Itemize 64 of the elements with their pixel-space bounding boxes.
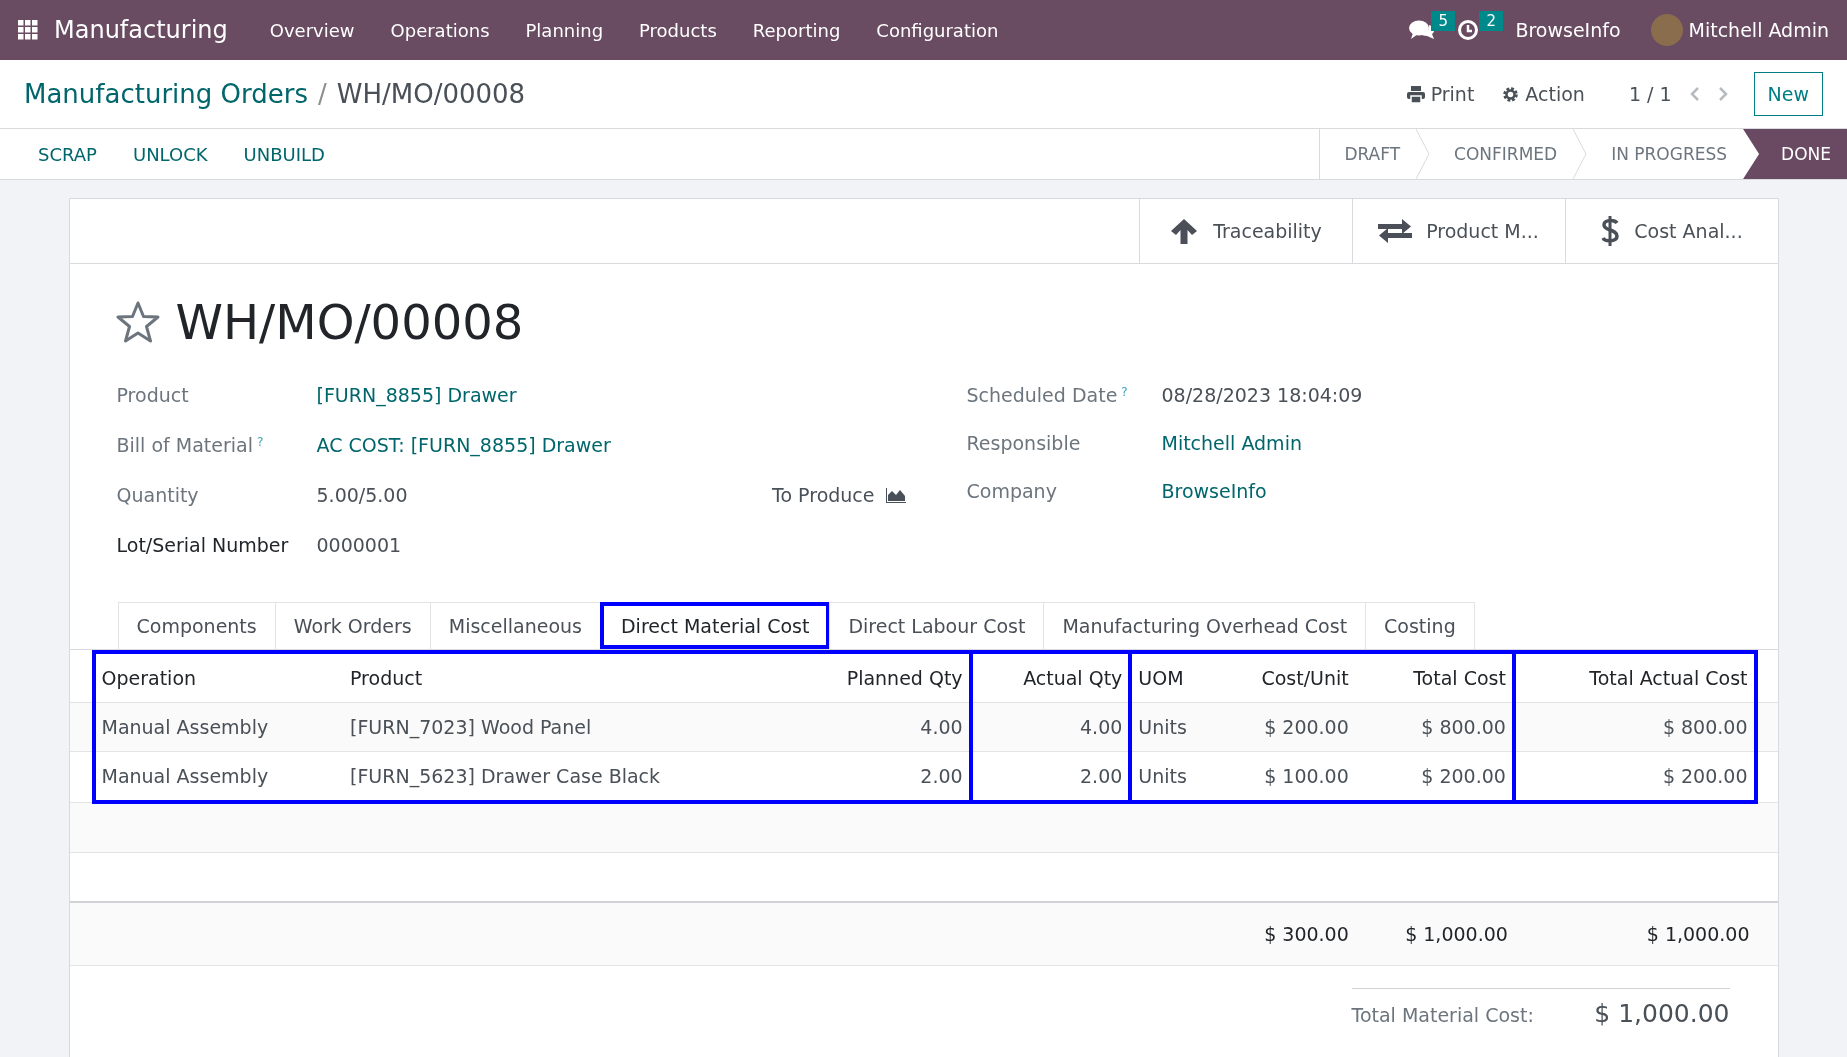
table-cell: 4.00 (970, 702, 1131, 752)
breadcrumb-separator: / (317, 79, 327, 109)
field-value: 08/28/2023 18:04:09 (1161, 384, 1363, 406)
pager-value: 1 / 1 (1628, 83, 1672, 105)
record-title: WH/MO/00008 (175, 294, 524, 350)
menu-item[interactable]: Planning (507, 19, 622, 41)
star-icon[interactable] (115, 301, 160, 343)
area-chart-icon[interactable] (884, 486, 907, 504)
printer-icon (1406, 85, 1425, 103)
field-label: Product (116, 384, 189, 406)
field-value[interactable]: Mitchell Admin (1161, 432, 1363, 454)
user-menu[interactable]: Mitchell Admin (1688, 19, 1829, 41)
field-label: Scheduled Date (966, 384, 1118, 406)
action-button[interactable]: UNBUILD (227, 129, 341, 179)
menu-item[interactable]: Reporting (734, 19, 859, 41)
app-name[interactable]: Manufacturing (54, 16, 228, 44)
notebook-tab[interactable]: Direct Labour Cost (829, 602, 1045, 649)
print-button[interactable]: Print (1406, 83, 1475, 105)
status-stage[interactable]: DONE (1743, 129, 1847, 179)
table-cell: Manual Assembly (93, 702, 344, 752)
notebook-tab[interactable]: Direct Material Cost (600, 602, 831, 649)
summary-value: $ 1,000.00 (1593, 999, 1730, 1028)
menu-item[interactable]: Operations (372, 19, 508, 41)
field-label: Bill of Material (116, 434, 253, 456)
table-cell: Units (1130, 702, 1218, 752)
breadcrumb-link[interactable]: Manufacturing Orders (24, 79, 308, 109)
field-label: To Produce (772, 484, 875, 506)
action-button[interactable]: UNLOCK (116, 129, 224, 179)
column-total: $ 300.00 (1217, 902, 1355, 966)
field-value: 0000001 (316, 534, 403, 556)
action-button[interactable]: SCRAP (22, 129, 113, 179)
dollar-icon (1600, 215, 1621, 247)
column-total: $ 1,000.00 (1354, 902, 1514, 966)
notebook-tab[interactable]: Components (117, 602, 276, 649)
field-label: Responsible (966, 432, 1081, 454)
activity-count-badge: 2 (1479, 11, 1503, 31)
company-switcher[interactable]: BrowseInfo (1515, 19, 1621, 41)
action-button[interactable]: Action (1502, 83, 1585, 105)
field-value[interactable]: AC COST: [FURN_8855] Drawer (316, 434, 773, 456)
field-value[interactable]: [FURN_8855] Drawer (316, 384, 773, 406)
menu-item[interactable]: Configuration (858, 19, 1017, 41)
field-value: 5.00/5.00 (316, 484, 409, 506)
field-label: Quantity (116, 484, 199, 506)
chat-icon[interactable] (1409, 19, 1436, 41)
swap-arrows-icon (1378, 219, 1413, 243)
menu-item[interactable]: Products (621, 19, 735, 41)
record-name: WH/MO/00008 (336, 79, 526, 109)
table-cell: $ 800.00 (1354, 702, 1514, 752)
summary-label: Total Material Cost: (1351, 1004, 1535, 1026)
message-count-badge: 5 (1431, 11, 1455, 31)
clock-icon[interactable] (1457, 19, 1480, 41)
table-cell: 4.00 (790, 702, 971, 752)
gear-icon (1502, 85, 1520, 103)
column-total: $ 1,000.00 (1513, 902, 1756, 966)
field-label: Company (966, 480, 1057, 502)
table-cell: $ 200.00 (1217, 702, 1355, 752)
new-button[interactable]: New (1753, 72, 1823, 116)
table-cell: $ 800.00 (1513, 702, 1756, 752)
table-cell: [FURN_7023] Wood Panel (344, 702, 791, 752)
notebook-tab[interactable]: Costing (1365, 602, 1475, 649)
apps-menu-icon[interactable] (18, 20, 38, 40)
menu-item[interactable]: Overview (251, 19, 373, 41)
field-label: Lot/Serial Number (116, 534, 289, 556)
field-value[interactable]: BrowseInfo (1161, 480, 1363, 502)
